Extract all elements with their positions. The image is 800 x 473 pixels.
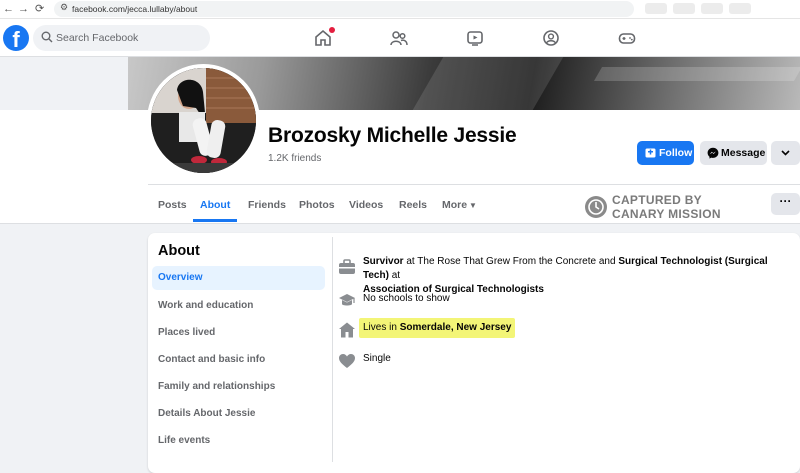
follow-icon bbox=[645, 148, 656, 158]
search-placeholder: Search Facebook bbox=[56, 32, 139, 44]
education-row: No schools to show bbox=[338, 292, 778, 310]
sidebar-item-label: Places lived bbox=[158, 327, 216, 338]
gaming-icon[interactable] bbox=[618, 29, 636, 47]
watermark: CAPTURED BY CANARY MISSION bbox=[585, 193, 745, 221]
lives-prefix: Lives in bbox=[363, 322, 400, 333]
about-divider bbox=[332, 237, 333, 462]
sidebar-item-life-events[interactable]: Life events bbox=[152, 429, 325, 453]
message-button[interactable]: Message bbox=[700, 141, 767, 165]
search-box[interactable]: Search Facebook bbox=[33, 25, 210, 51]
sidebar-item-overview[interactable]: Overview bbox=[152, 266, 325, 290]
tab-reels[interactable]: Reels bbox=[399, 199, 427, 211]
sidebar-item-details[interactable]: Details About Jessie bbox=[152, 402, 325, 426]
sidebar-item-label: Details About Jessie bbox=[158, 408, 256, 419]
sidebar-item-places-lived[interactable]: Places lived bbox=[152, 321, 325, 345]
tabs-divider bbox=[148, 184, 800, 185]
lives-row: Lives in Somerdale, New Jersey bbox=[338, 318, 778, 339]
friends-icon[interactable] bbox=[390, 29, 408, 47]
briefcase-icon bbox=[339, 259, 355, 274]
avatar-photo bbox=[151, 68, 256, 173]
about-title: About bbox=[158, 243, 200, 259]
watermark-line1: CAPTURED BY bbox=[612, 193, 702, 207]
friends-count[interactable]: 1.2K friends bbox=[268, 153, 321, 164]
site-settings-icon[interactable]: ⚙ bbox=[60, 2, 68, 13]
extension-area bbox=[645, 3, 795, 15]
profile-avatar[interactable] bbox=[147, 64, 260, 177]
follow-label: Follow bbox=[659, 147, 693, 159]
heart-icon bbox=[339, 354, 355, 368]
work-row: Survivor at The Rose That Grew From the … bbox=[338, 255, 778, 295]
graduation-cap-icon bbox=[339, 294, 355, 306]
sidebar-item-label: Contact and basic info bbox=[158, 354, 266, 365]
work-at-2: at bbox=[388, 270, 401, 281]
search-icon bbox=[41, 31, 53, 43]
messenger-icon bbox=[707, 147, 719, 159]
sidebar-item-label: Work and education bbox=[158, 300, 254, 311]
sidebar-item-label: Life events bbox=[158, 435, 211, 446]
tab-friends[interactable]: Friends bbox=[248, 199, 286, 211]
sidebar-item-label: Overview bbox=[158, 272, 203, 283]
tab-posts[interactable]: Posts bbox=[158, 199, 187, 211]
browser-toolbar: ← → ⟳ ⚙ facebook.com/jecca.lullaby/about bbox=[0, 0, 800, 19]
more-options-button[interactable] bbox=[771, 141, 800, 165]
house-icon bbox=[339, 322, 355, 338]
notification-dot bbox=[329, 27, 335, 33]
sidebar-item-label: Family and relationships bbox=[158, 381, 276, 392]
tab-more-caret-icon: ▼ bbox=[469, 201, 477, 210]
message-label: Message bbox=[721, 147, 766, 159]
address-bar[interactable]: ⚙ facebook.com/jecca.lullaby/about bbox=[54, 1, 634, 17]
sidebar-item-work-education[interactable]: Work and education bbox=[152, 294, 325, 318]
watch-icon[interactable] bbox=[466, 29, 484, 47]
url-text: facebook.com/jecca.lullaby/about bbox=[72, 4, 198, 14]
relationship-row: Single bbox=[338, 352, 778, 370]
follow-button[interactable]: Follow bbox=[637, 141, 694, 165]
groups-icon[interactable] bbox=[542, 29, 560, 47]
reload-icon[interactable]: ⟳ bbox=[35, 2, 44, 16]
tab-photos[interactable]: Photos bbox=[299, 199, 335, 211]
tab-about[interactable]: About bbox=[200, 199, 230, 211]
active-tab-indicator bbox=[193, 219, 237, 222]
sidebar-item-family-relationships[interactable]: Family and relationships bbox=[152, 375, 325, 399]
no-schools-text: No schools to show bbox=[363, 293, 450, 304]
tabs-more-button[interactable]: ··· bbox=[771, 193, 800, 215]
lives-city[interactable]: Somerdale, New Jersey bbox=[400, 322, 512, 333]
facebook-top-bar: f Search Facebook bbox=[0, 19, 800, 57]
chevron-down-icon bbox=[781, 150, 790, 156]
forward-icon[interactable]: → bbox=[18, 2, 29, 16]
work-at-1: at The Rose That Grew From the Concrete … bbox=[403, 256, 619, 267]
canary-logo bbox=[585, 196, 607, 218]
relationship-status: Single bbox=[363, 353, 391, 364]
sidebar-item-contact-info[interactable]: Contact and basic info bbox=[152, 348, 325, 372]
tab-videos[interactable]: Videos bbox=[349, 199, 383, 211]
tab-more[interactable]: More bbox=[442, 199, 467, 211]
watermark-line2: CANARY MISSION bbox=[612, 207, 721, 221]
profile-name: Brozosky Michelle Jessie bbox=[268, 124, 517, 147]
back-icon[interactable]: ← bbox=[3, 2, 14, 16]
facebook-logo[interactable]: f bbox=[3, 25, 29, 51]
work-role-1[interactable]: Survivor bbox=[363, 256, 404, 267]
lives-in-highlight: Lives in Somerdale, New Jersey bbox=[359, 318, 516, 338]
